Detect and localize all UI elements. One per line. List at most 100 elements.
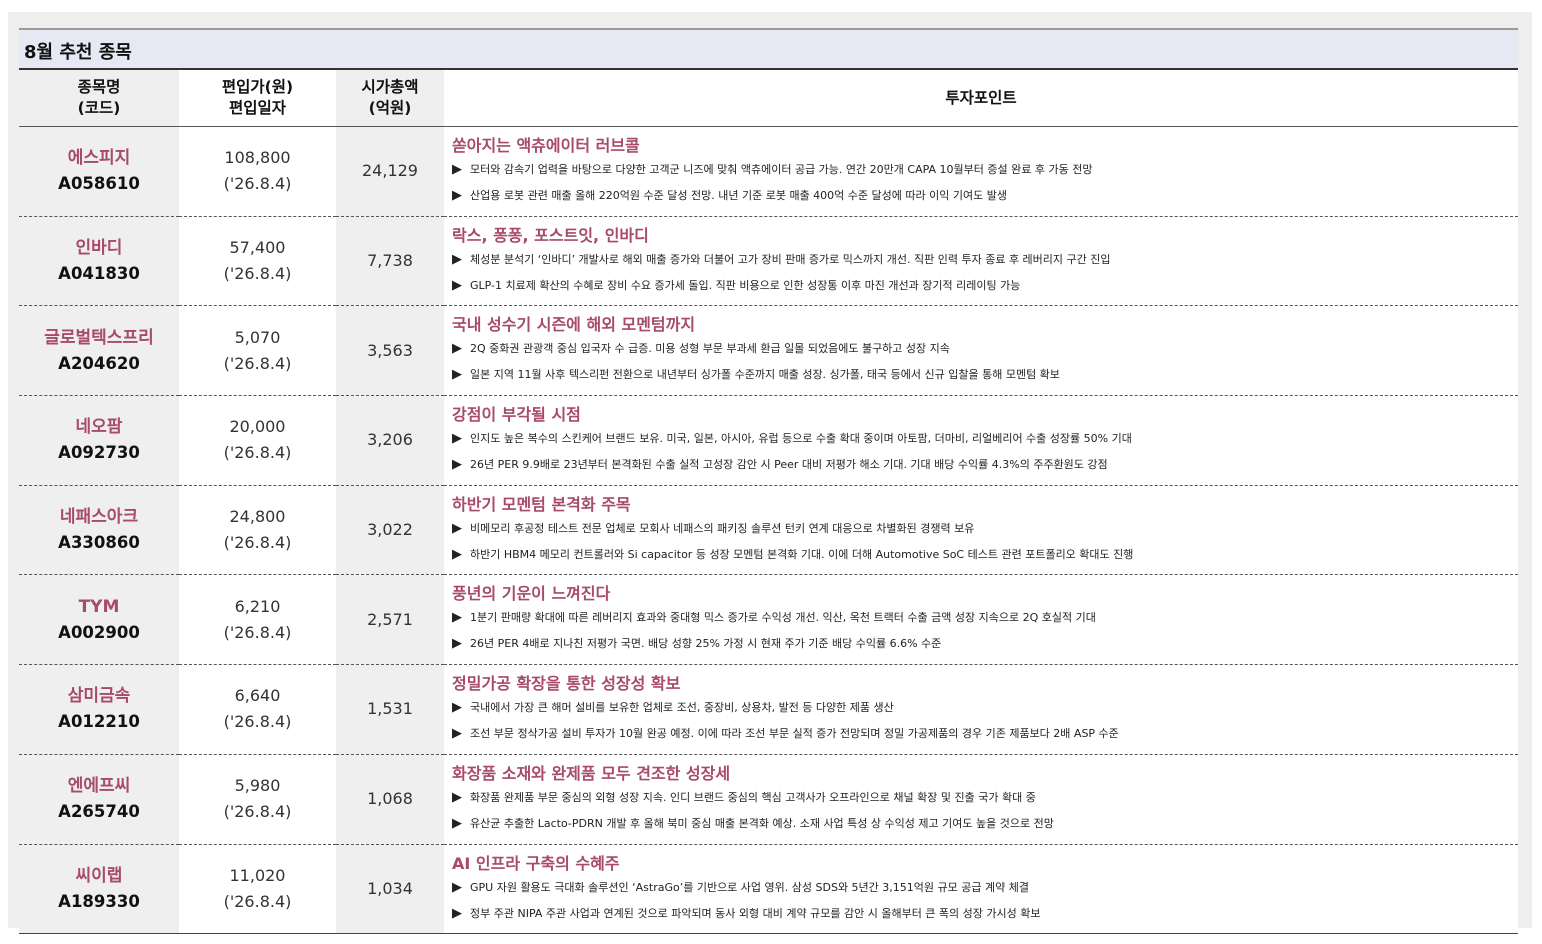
point-bullet-text: 비메모리 후공정 테스트 전문 업체로 모회사 네패스의 패키징 솔루션 턴키 … <box>470 521 975 535</box>
entry-price-cell: 5,070 ('26.8.4) <box>179 306 336 397</box>
market-cap-cell: 2,571 <box>336 575 444 666</box>
stock-name: 씨이랩 <box>75 865 123 886</box>
point-bullet: ▶ 조선 부문 정삭가공 설비 투자가 10월 완공 예정. 이에 따라 조선 부… <box>452 721 1518 747</box>
bullet-arrow-icon: ▶ <box>452 162 462 177</box>
market-cap: 24,129 <box>362 161 418 181</box>
investment-point-cell: 하반기 모멘텀 본격화 주목 ▶ 비메모리 후공정 테스트 전문 업체로 모회사 네… <box>444 485 1518 576</box>
point-bullet-text: 화장품 완제품 부문 중심의 외형 성장 지속. 인디 브랜드 중심의 핵심 고… <box>470 790 1036 804</box>
bullet-arrow-icon: ▶ <box>452 636 462 652</box>
header-mcap-line2: (억원) <box>368 99 412 117</box>
entry-date: ('26.8.4) <box>223 712 292 732</box>
entry-price: 24,800 <box>229 507 286 527</box>
bullet-arrow-icon: ▶ <box>452 277 462 293</box>
stock-name-cell: 삼미금속 A012210 <box>19 665 179 755</box>
point-bullet: ▶ 26년 PER 9.9배로 23년부터 본격화된 수출 실적 고성장 감안 시… <box>452 452 1518 478</box>
point-bullet-text: 2Q 중화권 관광객 중심 입국자 수 급증. 미용 성형 부문 부과세 환급 … <box>470 342 950 356</box>
point-bullet: ▶ GPU 자원 활용도 극대화 솔루션인 ‘AstraGo’를 기반으로 사업 … <box>452 875 1518 901</box>
point-title: AI 인프라 구축의 수혜주 <box>452 853 620 873</box>
investment-point-cell: 화장품 소재와 완제품 모두 견조한 성장세 ▶ 화장품 완제품 부문 중심의 외형… <box>444 754 1518 845</box>
stock-name-cell: 글로벌텍스프리 A204620 <box>19 306 179 397</box>
stock-name-cell: 씨이랩 A189330 <box>19 844 179 935</box>
point-bullet-text: 유산균 추출한 Lacto-PDRN 개발 후 올해 북미 중심 매출 본격화 … <box>470 816 1054 830</box>
table-title: 8월 추천 종목 <box>24 42 132 63</box>
investment-point-cell: 정밀가공 확장을 통한 성장성 확보 ▶ 국내에서 가장 큰 해머 설비를 보유한 … <box>444 665 1518 755</box>
point-bullet: ▶ 산업용 로봇 관련 매출 올해 220억원 수준 달성 전망. 내년 기준 로… <box>452 183 1518 209</box>
point-bullet: ▶ 국내에서 가장 큰 해머 설비를 보유한 업체로 조선, 중장비, 상용차, … <box>452 695 1518 721</box>
header-name: 종목명 (코드) <box>19 70 179 127</box>
point-bullet: ▶ 1분기 판매량 확대에 따른 레버리지 효과와 중대형 믹스 증가로 수익성 … <box>452 605 1518 631</box>
entry-price-cell: 20,000 ('26.8.4) <box>179 396 336 486</box>
entry-price: 108,800 <box>224 148 291 168</box>
point-bullet-text: 26년 PER 9.9배로 23년부터 본격화된 수출 실적 고성장 감안 시 … <box>470 458 1108 472</box>
entry-date: ('26.8.4) <box>223 891 292 911</box>
point-title: 풍년의 기운이 느껴진다 <box>452 584 611 604</box>
bullet-arrow-icon: ▶ <box>452 251 462 267</box>
point-title: 화장품 소재와 완제품 모두 견조한 성장세 <box>452 763 731 783</box>
investment-point-cell: 락스, 퐁퐁, 포스트잇, 인바디 ▶ 체성분 분석기 ‘인바디’ 개발사로 해외 … <box>444 216 1518 307</box>
market-cap-cell: 3,563 <box>336 306 444 397</box>
entry-price-cell: 24,800 ('26.8.4) <box>179 485 336 576</box>
point-bullet: ▶ 유산균 추출한 Lacto-PDRN 개발 후 올해 북미 중심 매출 본격화… <box>452 811 1518 837</box>
investment-point-cell: 국내 성수기 시즌에 해외 모멘텀까지 ▶ 2Q 중화권 관광객 중심 입국자 수 … <box>444 306 1518 397</box>
stock-code: A204620 <box>58 353 140 373</box>
bullet-arrow-icon: ▶ <box>452 726 462 742</box>
market-cap: 1,068 <box>367 789 413 809</box>
stock-name-cell: 네오팜 A092730 <box>19 396 179 486</box>
entry-price: 6,640 <box>234 686 281 706</box>
stock-code: A041830 <box>58 264 140 284</box>
stock-code: A002900 <box>58 622 140 642</box>
market-cap: 1,034 <box>367 878 413 898</box>
stock-name: TYM <box>78 596 120 617</box>
table-title-bar: 8월 추천 종목 <box>19 28 1518 68</box>
bullet-arrow-icon: ▶ <box>452 815 462 831</box>
point-bullet-text: 모터와 감속기 업력을 바탕으로 다양한 고객군 니즈에 맞춰 액츄에이터 공급… <box>470 163 1093 176</box>
point-bullet-text: 조선 부문 정삭가공 설비 투자가 10월 완공 예정. 이에 따라 조선 부문… <box>470 727 1119 741</box>
header-point: 투자포인트 <box>444 70 1518 127</box>
point-bullet: ▶ 인지도 높은 복수의 스킨케어 브랜드 보유. 미국, 일본, 아시아, 유럽… <box>452 426 1518 452</box>
stock-code: A092730 <box>58 443 140 463</box>
stock-name-cell: 인바디 A041830 <box>19 216 179 307</box>
stock-name: 에스피지 <box>67 148 131 169</box>
point-bullet: ▶ 하반기 HBM4 메모리 컨트롤러와 Si capacitor 등 성장 모멘… <box>452 542 1518 568</box>
header-name-line2: (코드) <box>77 99 121 117</box>
market-cap-cell: 24,129 <box>336 127 444 217</box>
bullet-arrow-icon: ▶ <box>452 879 462 895</box>
market-cap-cell: 3,206 <box>336 396 444 486</box>
stock-name-cell: 에스피지 A058610 <box>19 127 179 217</box>
investment-point-cell: 풍년의 기운이 느껴진다 ▶ 1분기 판매량 확대에 따른 레버리지 효과와 중대형… <box>444 575 1518 666</box>
entry-price: 20,000 <box>229 417 286 437</box>
bullet-arrow-icon: ▶ <box>452 431 462 447</box>
header-mcap-line1: 시가총액 <box>361 78 419 96</box>
entry-date: ('26.8.4) <box>223 443 292 463</box>
point-title: 강점이 부각될 시점 <box>452 405 581 425</box>
entry-price-cell: 5,980 ('26.8.4) <box>179 754 336 845</box>
market-cap: 2,571 <box>367 609 413 629</box>
point-bullet: ▶ 2Q 중화권 관광객 중심 입국자 수 급증. 미용 성형 부문 부과세 환급… <box>452 336 1518 362</box>
recommendation-table: 종목명 (코드) 편입가(원) 편입일자 시가총액 (억원) 투자포인트 에스피… <box>19 70 1518 935</box>
entry-price-cell: 11,020 ('26.8.4) <box>179 844 336 935</box>
point-bullet: ▶ 일본 지역 11월 사후 텍스리펀 전환으로 내년부터 싱가폴 수준까지 매출… <box>452 362 1518 388</box>
header-price: 편입가(원) 편입일자 <box>179 70 336 127</box>
point-bullet-text: 1분기 판매량 확대에 따른 레버리지 효과와 중대형 믹스 증가로 수익성 개… <box>470 611 1096 625</box>
stock-name: 네패스아크 <box>59 507 139 528</box>
point-bullet-text: 산업용 로봇 관련 매출 올해 220억원 수준 달성 전망. 내년 기준 로봇… <box>470 189 1007 202</box>
stock-name: 엔에프씨 <box>67 776 131 797</box>
entry-date: ('26.8.4) <box>223 533 292 553</box>
entry-date: ('26.8.4) <box>223 622 292 642</box>
market-cap: 1,531 <box>367 699 413 719</box>
point-bullet-text: GPU 자원 활용도 극대화 솔루션인 ‘AstraGo’를 기반으로 사업 영… <box>470 880 1029 894</box>
market-cap: 3,206 <box>367 430 413 450</box>
entry-date: ('26.8.4) <box>223 174 292 194</box>
point-title: 정밀가공 확장을 통한 성장성 확보 <box>452 674 681 694</box>
point-bullet-text: 인지도 높은 복수의 스킨케어 브랜드 보유. 미국, 일본, 아시아, 유럽 … <box>470 432 1132 446</box>
header-price-line2: 편입일자 <box>228 99 287 117</box>
entry-price-cell: 6,640 ('26.8.4) <box>179 665 336 755</box>
header-name-line1: 종목명 <box>77 78 121 96</box>
point-bullet-text: 일본 지역 11월 사후 텍스리펀 전환으로 내년부터 싱가폴 수준까지 매출 … <box>470 368 1060 382</box>
entry-price: 11,020 <box>229 865 286 885</box>
entry-price-cell: 108,800 ('26.8.4) <box>179 127 336 217</box>
entry-price-cell: 57,400 ('26.8.4) <box>179 216 336 307</box>
market-cap: 7,738 <box>367 251 413 271</box>
entry-date: ('26.8.4) <box>223 353 292 373</box>
point-title: 락스, 퐁퐁, 포스트잇, 인바디 <box>452 225 649 245</box>
